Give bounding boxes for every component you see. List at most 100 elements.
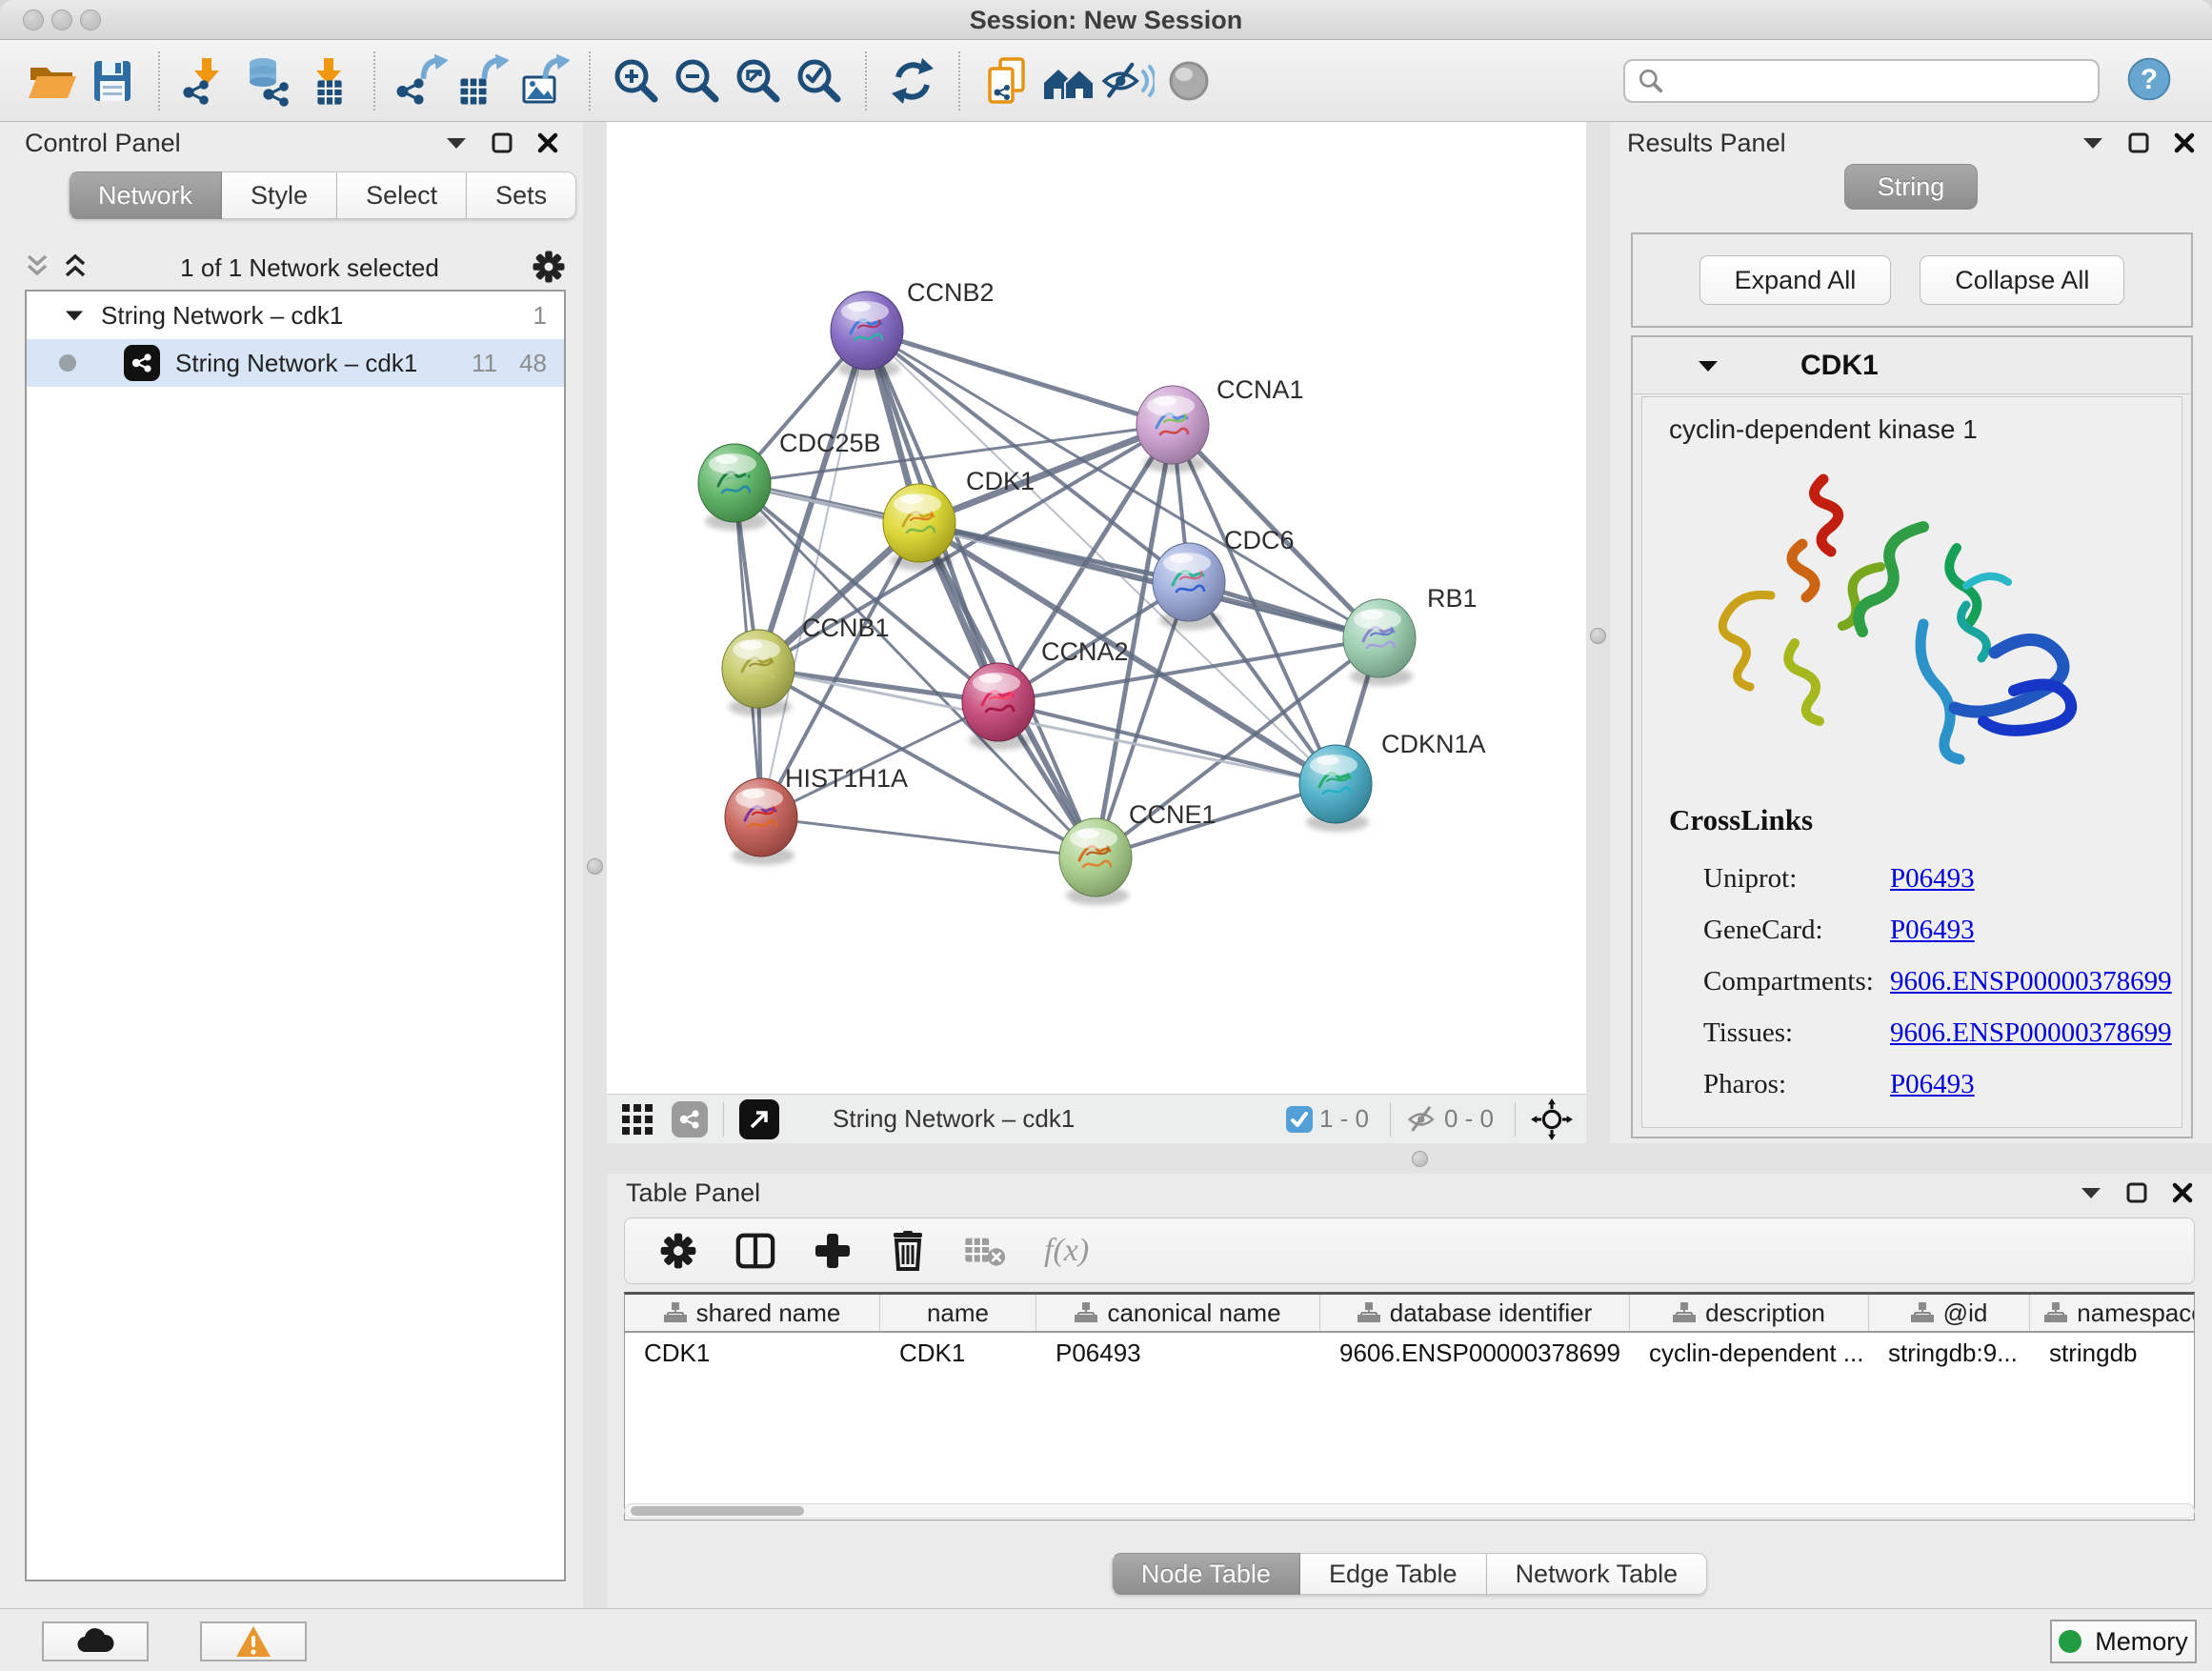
network-node-CCNE1[interactable] [1059, 818, 1132, 905]
expand-all-button[interactable]: Expand All [1699, 255, 1892, 305]
tab-sets[interactable]: Sets [467, 171, 576, 219]
network-node-CCNA1[interactable] [1136, 386, 1209, 473]
table-cell[interactable]: 9606.ENSP00000378699 [1320, 1333, 1630, 1373]
tab-node-table[interactable]: Node Table [1112, 1553, 1300, 1595]
open-session-button[interactable] [21, 48, 82, 114]
import-table-button[interactable] [297, 48, 358, 114]
collapse-all-button[interactable]: Collapse All [1920, 255, 2124, 305]
table-cell[interactable]: cyclin-dependent ... [1630, 1333, 1869, 1373]
table-cell[interactable]: stringdb:9... [1869, 1333, 2030, 1373]
column-header-database-identifier[interactable]: database identifier [1320, 1295, 1630, 1331]
memory-button[interactable]: Memory [2050, 1620, 2197, 1663]
network-edge-CCNB2-HIST1H1A[interactable] [761, 331, 867, 817]
table-settings-button[interactable] [659, 1232, 697, 1270]
search-input[interactable] [1675, 66, 2086, 95]
tab-network[interactable]: Network [69, 171, 222, 219]
column-header-canonical-name[interactable]: canonical name [1036, 1295, 1320, 1331]
disabled-sphere-button[interactable] [1158, 48, 1219, 114]
crosslink-value-link[interactable]: P06493 [1890, 863, 1975, 895]
table-panel-close-button[interactable] [2172, 1182, 2193, 1203]
network-node-CCNB2[interactable] [831, 292, 903, 378]
gene-section-header[interactable]: CDK1 [1633, 337, 2191, 394]
crosslink-value-link[interactable]: 9606.ENSP00000378699 [1890, 1017, 2172, 1049]
network-graph[interactable]: CCNB2CCNA1CDC25BCDK1CDC6RB1CCNB1CCNA2CDK… [607, 122, 1586, 1094]
table-cell[interactable]: CDK1 [625, 1333, 880, 1373]
network-node-CCNB1[interactable] [722, 630, 794, 716]
tab-network-table[interactable]: Network Table [1487, 1553, 1708, 1595]
table-cell[interactable]: stringdb [2030, 1333, 2195, 1373]
results-panel-close-button[interactable] [2174, 132, 2195, 153]
clone-network-button[interactable] [975, 48, 1036, 114]
control-panel-float-button[interactable] [492, 132, 513, 153]
control-panel-close-button[interactable] [537, 132, 558, 153]
export-image-button[interactable] [513, 48, 573, 114]
crosslink-value-link[interactable]: P06493 [1890, 1069, 1975, 1100]
table-row[interactable]: CDK1CDK1P064939606.ENSP00000378699cyclin… [625, 1333, 2194, 1373]
network-badge-button[interactable] [672, 1101, 708, 1137]
column-header-description[interactable]: description [1630, 1295, 1869, 1331]
results-panel-menu-button[interactable] [2082, 136, 2103, 150]
tab-string[interactable]: String [1844, 164, 1979, 210]
detach-view-button[interactable] [739, 1099, 779, 1139]
import-network-database-button[interactable] [236, 48, 297, 114]
results-panel-float-button[interactable] [2128, 132, 2149, 153]
zoom-selected-button[interactable] [789, 48, 850, 114]
table-cell[interactable]: CDK1 [880, 1333, 1036, 1373]
help-button[interactable]: ? [2124, 54, 2174, 107]
network-node-RB1[interactable] [1343, 599, 1416, 686]
network-node-CDKN1A[interactable] [1299, 745, 1372, 832]
left-splitter-handle[interactable] [587, 858, 603, 875]
tab-edge-table[interactable]: Edge Table [1300, 1553, 1487, 1595]
network-options-button[interactable] [532, 250, 566, 287]
column-header--id[interactable]: @id [1869, 1295, 2030, 1331]
import-network-file-button[interactable] [175, 48, 236, 114]
delete-table-button[interactable] [964, 1234, 1006, 1268]
table-panel-menu-button[interactable] [2081, 1186, 2101, 1199]
save-session-button[interactable] [82, 48, 143, 114]
network-collection-row[interactable]: String Network – cdk1 1 [27, 292, 564, 339]
right-splitter[interactable] [1586, 122, 1610, 1143]
zoom-fit-button[interactable] [728, 48, 789, 114]
delete-column-button[interactable] [890, 1231, 926, 1271]
control-panel-menu-button[interactable] [446, 136, 467, 150]
network-node-CCNA2[interactable] [962, 663, 1035, 750]
export-network-button[interactable] [391, 48, 452, 114]
crosslink-value-link[interactable]: 9606.ENSP00000378699 [1890, 966, 2172, 997]
column-header-shared-name[interactable]: shared name [625, 1295, 880, 1331]
warning-status-button[interactable] [200, 1621, 307, 1661]
function-builder-button[interactable]: f(x) [1044, 1233, 1089, 1269]
hide-glass-button[interactable] [1097, 48, 1158, 114]
table-cell[interactable]: P06493 [1036, 1333, 1320, 1373]
show-columns-button[interactable] [735, 1231, 775, 1271]
column-header-namespace[interactable]: namespace [2030, 1295, 2195, 1331]
tab-select[interactable]: Select [337, 171, 467, 219]
export-table-button[interactable] [452, 48, 513, 114]
network-edge-CDK1-RB1[interactable] [919, 523, 1379, 638]
network-canvas[interactable]: CCNB2CCNA1CDC25BCDK1CDC6RB1CCNB1CCNA2CDK… [607, 122, 1586, 1094]
string-home-button[interactable] [1036, 48, 1097, 114]
selected-nodes-checkbox[interactable] [1285, 1105, 1314, 1134]
network-edge-CCNA2-HIST1H1A[interactable] [761, 702, 998, 817]
zoom-in-button[interactable] [606, 48, 667, 114]
network-node-CDC6[interactable] [1153, 543, 1225, 630]
bottom-splitter-handle[interactable] [1412, 1151, 1428, 1167]
collapse-all-networks-button[interactable] [25, 252, 50, 284]
network-edge-CCNB2-CCNA1[interactable] [867, 331, 1173, 425]
table-horizontal-scrollbar[interactable] [624, 1503, 2195, 1519]
network-node-CDC25B[interactable] [698, 444, 771, 531]
tab-style[interactable]: Style [222, 171, 337, 219]
create-column-button[interactable] [814, 1232, 852, 1270]
network-row-selected[interactable]: String Network – cdk1 11 48 [27, 339, 564, 387]
zoom-out-button[interactable] [667, 48, 728, 114]
left-splitter[interactable] [583, 122, 607, 1608]
refresh-button[interactable] [882, 48, 943, 114]
network-edge-HIST1H1A-CCNE1[interactable] [761, 817, 1096, 857]
grid-view-button[interactable] [620, 1102, 654, 1137]
scrollbar-thumb[interactable] [631, 1506, 804, 1516]
fit-selected-button[interactable] [1531, 1098, 1573, 1140]
bottom-splitter[interactable] [607, 1143, 2212, 1174]
network-node-CDK1[interactable] [883, 484, 955, 571]
right-splitter-handle[interactable] [1590, 628, 1606, 644]
column-header-name[interactable]: name [880, 1295, 1036, 1331]
cloud-status-button[interactable] [42, 1621, 149, 1661]
